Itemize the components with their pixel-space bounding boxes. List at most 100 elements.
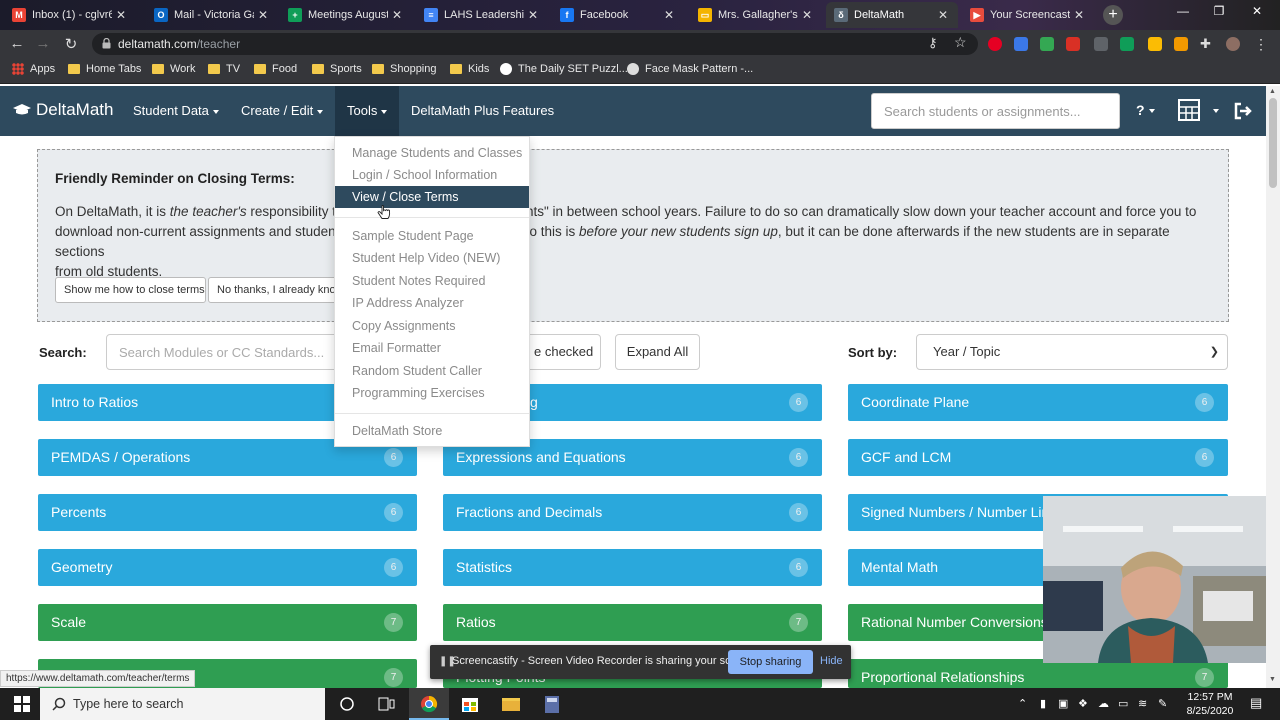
- store-taskbar-icon[interactable]: [450, 688, 490, 720]
- show-close-terms-button[interactable]: Show me how to close terms: [55, 277, 206, 303]
- browser-tab[interactable]: O Mail - Victoria Gal ✕: [146, 2, 278, 28]
- bookmark-item[interactable]: Kids: [450, 63, 489, 75]
- key-icon[interactable]: ⚷: [928, 35, 938, 51]
- logout-icon[interactable]: [1233, 101, 1253, 121]
- pen-icon[interactable]: ✎: [1158, 697, 1167, 710]
- menu-item-login-info[interactable]: Login / School Information: [335, 164, 529, 186]
- scroll-thumb[interactable]: [1269, 98, 1277, 188]
- back-button[interactable]: ←: [8, 35, 26, 52]
- close-tab-icon[interactable]: ✕: [1074, 8, 1086, 22]
- notifications-icon[interactable]: ▤: [1250, 695, 1262, 711]
- bookmark-item[interactable]: Work: [152, 63, 195, 75]
- forward-button[interactable]: →: [34, 35, 52, 52]
- topic-tile[interactable]: Percents 6: [38, 494, 417, 531]
- address-bar[interactable]: deltamath.com/teacher ⚷ ☆: [92, 33, 978, 55]
- close-tab-icon[interactable]: ✕: [258, 8, 270, 22]
- calculator-icon[interactable]: [1178, 99, 1200, 121]
- topic-tile[interactable]: Ratios 7: [443, 604, 822, 641]
- new-tab-button[interactable]: +: [1103, 5, 1123, 25]
- reload-button[interactable]: ↻: [62, 35, 80, 53]
- bookmark-item[interactable]: Apps: [12, 63, 55, 75]
- close-tab-icon[interactable]: ✕: [116, 8, 128, 22]
- menu-item-sample-student[interactable]: Sample Student Page: [335, 225, 529, 247]
- minimize-button[interactable]: —: [1172, 4, 1194, 18]
- dropbox-icon[interactable]: ❖: [1078, 697, 1088, 710]
- browser-tab[interactable]: ▶ Your Screencasts ✕: [962, 2, 1094, 28]
- close-tab-icon[interactable]: ✕: [392, 8, 404, 22]
- menu-tools[interactable]: Tools: [335, 86, 400, 136]
- menu-item-programming[interactable]: Programming Exercises: [335, 382, 529, 404]
- extension-icon[interactable]: [1094, 37, 1108, 51]
- browser-tab[interactable]: f Facebook ✕: [552, 2, 684, 28]
- grid-extension-icon[interactable]: [1014, 37, 1028, 51]
- extension-icon[interactable]: [1040, 37, 1054, 51]
- close-tab-icon[interactable]: ✕: [664, 8, 676, 22]
- taskbar-clock[interactable]: 12:57 PM 8/25/2020: [1180, 690, 1240, 718]
- topic-tile[interactable]: Geometry 6: [38, 549, 417, 586]
- chrome-menu-icon[interactable]: ⋮: [1254, 37, 1268, 51]
- scroll-up-icon[interactable]: ▲: [1269, 88, 1276, 95]
- file-explorer-icon[interactable]: [491, 688, 531, 720]
- task-view-icon[interactable]: [366, 688, 406, 720]
- tray-chevron-icon[interactable]: ⌃: [1018, 697, 1027, 710]
- topic-tile[interactable]: Coordinate Plane 6: [848, 384, 1228, 421]
- menu-item-view-close-terms[interactable]: View / Close Terms: [335, 186, 529, 208]
- help-menu-button[interactable]: ?: [1136, 102, 1155, 118]
- browser-tab[interactable]: M Inbox (1) - cglvr6 ✕: [4, 2, 136, 28]
- dismiss-reminder-button[interactable]: No thanks, I already know: [208, 277, 348, 303]
- extension-icon[interactable]: [1066, 37, 1080, 51]
- extension-icon[interactable]: [1120, 37, 1134, 51]
- wifi-icon[interactable]: ≋: [1138, 697, 1147, 710]
- close-tab-icon[interactable]: ✕: [938, 8, 950, 22]
- student-assignment-search-input[interactable]: [871, 93, 1120, 129]
- extension-icon[interactable]: [1148, 37, 1162, 51]
- menu-item-manage-students[interactable]: Manage Students and Classes: [335, 142, 529, 164]
- microphone-icon[interactable]: ▮: [1040, 697, 1046, 710]
- menu-item-help-video[interactable]: Student Help Video (NEW): [335, 247, 529, 269]
- window-close-button[interactable]: ✕: [1246, 4, 1268, 18]
- bookmark-star-icon[interactable]: ☆: [954, 34, 967, 51]
- windows-start-icon[interactable]: [14, 696, 30, 712]
- scroll-down-icon[interactable]: ▼: [1269, 676, 1276, 683]
- menu-item-email-formatter[interactable]: Email Formatter: [335, 337, 529, 359]
- calculator-taskbar-icon[interactable]: [532, 688, 572, 720]
- checked-filter-button[interactable]: e checked: [528, 334, 601, 389]
- tray-app-icon[interactable]: ▣: [1058, 697, 1068, 710]
- puzzle-extensions-icon[interactable]: ✚: [1200, 37, 1214, 51]
- browser-tab[interactable]: ▭ Mrs. Gallagher's A ✕: [690, 2, 822, 28]
- expand-all-button[interactable]: Expand All: [615, 334, 700, 370]
- taskbar-search-box[interactable]: Type here to search: [40, 688, 325, 720]
- bookmark-item[interactable]: The Daily SET Puzzl...: [500, 63, 628, 75]
- close-tab-icon[interactable]: ✕: [802, 8, 814, 22]
- bookmark-item[interactable]: Food: [254, 63, 297, 75]
- chrome-taskbar-icon[interactable]: [409, 688, 449, 720]
- topic-tile[interactable]: Proportional Relationships 7: [848, 659, 1228, 688]
- topic-tile[interactable]: GCF and LCM 6: [848, 439, 1228, 476]
- deltamath-logo[interactable]: DeltaMath: [12, 100, 113, 120]
- sort-select[interactable]: Year / Topic ❯: [916, 334, 1228, 370]
- profile-avatar[interactable]: [1226, 37, 1240, 51]
- menu-item-random-caller[interactable]: Random Student Caller: [335, 360, 529, 382]
- calculator-caret-icon[interactable]: [1213, 109, 1219, 113]
- browser-tab[interactable]: ≡ LAHS Leadership ✕: [416, 2, 548, 28]
- browser-tab[interactable]: δ DeltaMath ✕: [826, 2, 958, 28]
- bookmark-item[interactable]: Home Tabs: [68, 63, 141, 75]
- hide-button[interactable]: Hide: [820, 655, 843, 667]
- onedrive-icon[interactable]: ☁: [1098, 697, 1109, 710]
- bookmark-item[interactable]: Face Mask Pattern -...: [627, 63, 753, 75]
- pinterest-extension-icon[interactable]: [988, 37, 1002, 51]
- menu-student-data[interactable]: Student Data: [121, 86, 231, 136]
- cortana-icon[interactable]: [327, 688, 367, 720]
- browser-tab[interactable]: + Meetings August ✕: [280, 2, 412, 28]
- bookmark-item[interactable]: Shopping: [372, 63, 437, 75]
- extension-icon[interactable]: [1174, 37, 1188, 51]
- menu-item-copy-assignments[interactable]: Copy Assignments: [335, 315, 529, 337]
- topic-tile[interactable]: Fractions and Decimals 6: [443, 494, 822, 531]
- page-scrollbar[interactable]: ▲ ▼: [1266, 86, 1280, 688]
- menu-item-store[interactable]: DeltaMath Store: [335, 420, 529, 442]
- maximize-button[interactable]: ❐: [1208, 4, 1230, 18]
- topic-tile[interactable]: Scale 7: [38, 604, 417, 641]
- topic-tile[interactable]: Statistics 6: [443, 549, 822, 586]
- bookmark-item[interactable]: TV: [208, 63, 240, 75]
- battery-icon[interactable]: ▭: [1118, 697, 1128, 710]
